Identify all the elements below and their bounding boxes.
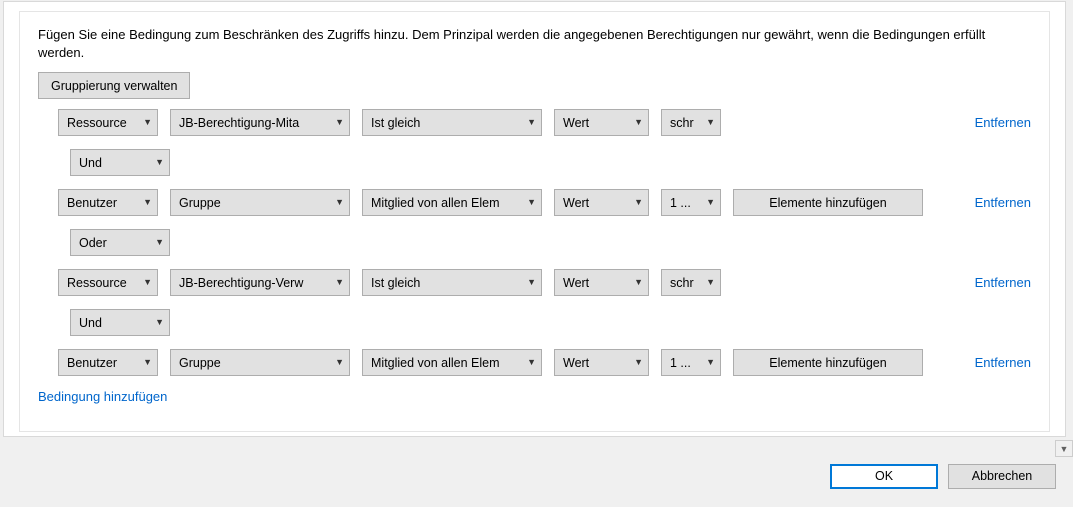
value-dropdown[interactable]: schr▼ — [661, 269, 721, 296]
condition-row: Ressource▼ JB-Berechtigung-Mita▼ Ist gle… — [58, 109, 1031, 136]
operator-dropdown[interactable]: Ist gleich▼ — [362, 109, 542, 136]
value-type-dropdown[interactable]: Wert▼ — [554, 189, 649, 216]
type-dropdown[interactable]: Ressource▼ — [58, 109, 158, 136]
attribute-dropdown[interactable]: Gruppe▼ — [170, 349, 350, 376]
operator-dropdown[interactable]: Mitglied von allen Elem▼ — [362, 349, 542, 376]
chevron-down-icon: ▼ — [634, 198, 643, 207]
remove-link[interactable]: Entfernen — [961, 355, 1031, 370]
operator-dropdown[interactable]: Mitglied von allen Elem▼ — [362, 189, 542, 216]
remove-link[interactable]: Entfernen — [961, 115, 1031, 130]
chevron-down-icon: ▼ — [335, 278, 344, 287]
logic-row: Und▼ — [58, 149, 1031, 176]
chevron-down-icon: ▼ — [1060, 444, 1069, 454]
logic-operator-dropdown[interactable]: Und▼ — [70, 309, 170, 336]
type-dropdown[interactable]: Benutzer▼ — [58, 189, 158, 216]
ok-button[interactable]: OK — [830, 464, 938, 489]
dialog-button-bar: OK Abbrechen — [0, 456, 1066, 496]
value-dropdown[interactable]: schr▼ — [661, 109, 721, 136]
type-dropdown[interactable]: Benutzer▼ — [58, 349, 158, 376]
logic-row: Und▼ — [58, 309, 1031, 336]
chevron-down-icon: ▼ — [527, 118, 536, 127]
chevron-down-icon: ▼ — [706, 198, 715, 207]
type-dropdown[interactable]: Ressource▼ — [58, 269, 158, 296]
value-dropdown[interactable]: 1 ...▼ — [661, 189, 721, 216]
remove-link[interactable]: Entfernen — [961, 195, 1031, 210]
chevron-down-icon: ▼ — [706, 358, 715, 367]
condition-rows: Ressource▼ JB-Berechtigung-Mita▼ Ist gle… — [38, 99, 1031, 376]
manage-grouping-button[interactable]: Gruppierung verwalten — [38, 72, 190, 99]
chevron-down-icon: ▼ — [335, 118, 344, 127]
condition-row: Ressource▼ JB-Berechtigung-Verw▼ Ist gle… — [58, 269, 1031, 296]
value-type-dropdown[interactable]: Wert▼ — [554, 269, 649, 296]
logic-operator-dropdown[interactable]: Oder▼ — [70, 229, 170, 256]
chevron-down-icon: ▼ — [706, 118, 715, 127]
chevron-down-icon: ▼ — [634, 118, 643, 127]
value-type-dropdown[interactable]: Wert▼ — [554, 109, 649, 136]
add-elements-button[interactable]: Elemente hinzufügen — [733, 349, 923, 376]
chevron-down-icon: ▼ — [143, 358, 152, 367]
attribute-dropdown[interactable]: Gruppe▼ — [170, 189, 350, 216]
chevron-down-icon: ▼ — [335, 198, 344, 207]
condition-row: Benutzer▼ Gruppe▼ Mitglied von allen Ele… — [58, 189, 1031, 216]
logic-row: Oder▼ — [58, 229, 1031, 256]
add-elements-button[interactable]: Elemente hinzufügen — [733, 189, 923, 216]
condition-row: Benutzer▼ Gruppe▼ Mitglied von allen Ele… — [58, 349, 1031, 376]
value-type-dropdown[interactable]: Wert▼ — [554, 349, 649, 376]
chevron-down-icon: ▼ — [155, 158, 164, 167]
chevron-down-icon: ▼ — [143, 118, 152, 127]
conditions-panel-frame: Fügen Sie eine Bedingung zum Beschränken… — [3, 1, 1066, 437]
chevron-down-icon: ▼ — [527, 358, 536, 367]
add-condition-link[interactable]: Bedingung hinzufügen — [38, 389, 167, 404]
attribute-dropdown[interactable]: JB-Berechtigung-Verw▼ — [170, 269, 350, 296]
scroll-down-arrow[interactable]: ▼ — [1055, 440, 1073, 457]
chevron-down-icon: ▼ — [143, 278, 152, 287]
value-dropdown[interactable]: 1 ...▼ — [661, 349, 721, 376]
chevron-down-icon: ▼ — [634, 358, 643, 367]
chevron-down-icon: ▼ — [706, 278, 715, 287]
chevron-down-icon: ▼ — [634, 278, 643, 287]
conditions-panel: Fügen Sie eine Bedingung zum Beschränken… — [19, 11, 1050, 432]
chevron-down-icon: ▼ — [143, 198, 152, 207]
logic-operator-dropdown[interactable]: Und▼ — [70, 149, 170, 176]
attribute-dropdown[interactable]: JB-Berechtigung-Mita▼ — [170, 109, 350, 136]
chevron-down-icon: ▼ — [527, 278, 536, 287]
cancel-button[interactable]: Abbrechen — [948, 464, 1056, 489]
chevron-down-icon: ▼ — [335, 358, 344, 367]
chevron-down-icon: ▼ — [527, 198, 536, 207]
description-text: Fügen Sie eine Bedingung zum Beschränken… — [38, 26, 1031, 62]
operator-dropdown[interactable]: Ist gleich▼ — [362, 269, 542, 296]
chevron-down-icon: ▼ — [155, 238, 164, 247]
chevron-down-icon: ▼ — [155, 318, 164, 327]
remove-link[interactable]: Entfernen — [961, 275, 1031, 290]
